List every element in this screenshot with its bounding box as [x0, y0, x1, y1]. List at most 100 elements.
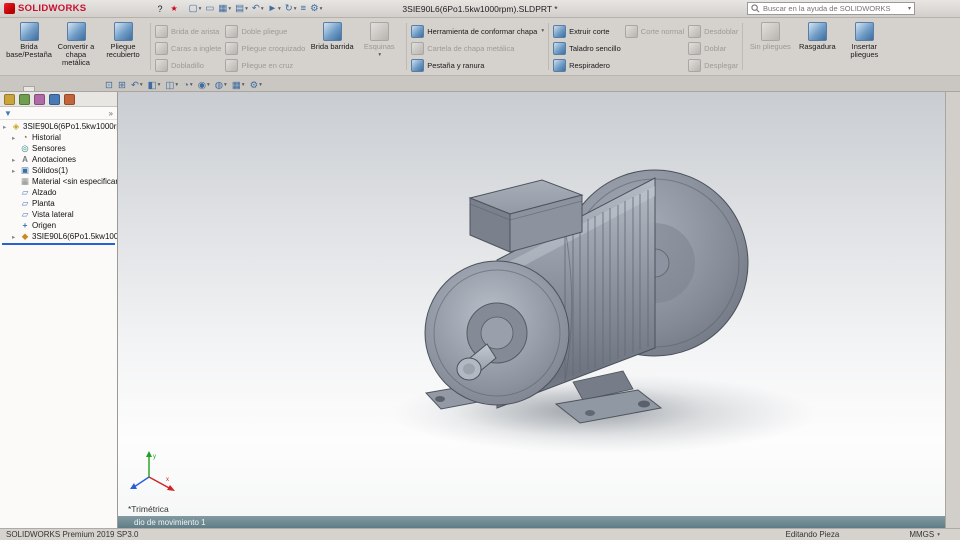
expand-arrow-icon[interactable]: ▸: [12, 134, 18, 142]
ribbon-button-label: Esquinas: [364, 43, 395, 51]
featuremanager-tab[interactable]: [4, 94, 15, 105]
ribbon-tab[interactable]: [55, 87, 65, 91]
ribbon-button[interactable]: Respiradero ▾: [553, 57, 621, 73]
propertymanager-tab[interactable]: [19, 94, 30, 105]
ribbon-button[interactable]: Pliegue croquizado ▾: [225, 40, 305, 56]
ribbon-button[interactable]: Rasgadura ▾: [794, 20, 840, 73]
ribbon-button[interactable]: Pestaña y ranura ▾: [411, 57, 544, 73]
filter-icon[interactable]: ▼: [4, 109, 12, 118]
ribbon-button-label: Pliegue croquizado: [241, 44, 305, 53]
tree-item[interactable]: ▸ ◎ Sensores: [0, 143, 117, 154]
ribbon-button[interactable]: Brida de arista ▾: [155, 23, 221, 39]
motion-study-tab[interactable]: dio de movimiento 1: [118, 516, 945, 528]
viewport-canvas[interactable]: y x *Trimétrica: [118, 92, 945, 516]
new-file-button[interactable]: ▢ ▾: [187, 2, 204, 16]
view-settings-button[interactable]: ⚙ ▾: [248, 81, 264, 91]
configurationmanager-tab[interactable]: [34, 94, 45, 105]
view-orientation-button[interactable]: ◫ ▾: [163, 81, 180, 91]
tree-item[interactable]: ▸ ▱ Alzado: [0, 187, 117, 198]
rollback-bar[interactable]: [2, 243, 115, 245]
tree-item[interactable]: ▸ ◔ Historial: [0, 132, 117, 143]
search-input[interactable]: [763, 4, 905, 13]
apply-scene-button[interactable]: ▦ ▾: [230, 81, 247, 91]
expand-arrow-icon[interactable]: ▸: [12, 156, 18, 164]
ribbon-tab[interactable]: [65, 87, 75, 91]
ribbon-tab[interactable]: [45, 87, 55, 91]
ribbon-button[interactable]: Taladro sencillo ▾: [553, 40, 621, 56]
display-style-button[interactable]: ◔ ▾: [181, 81, 195, 91]
dropdown-arrow-icon: ▾: [199, 6, 202, 12]
tree-item[interactable]: ▸ ◆ 3SIE90L6(6Po1.5kw1000rpm).stp -: [0, 231, 117, 242]
ribbon-button-icon: [370, 22, 389, 41]
ribbon-button[interactable]: Pliegue en cruz ▾: [225, 57, 305, 73]
tree-item[interactable]: ▸ A Anotaciones: [0, 154, 117, 165]
options-button[interactable]: ⚙ ▾: [308, 2, 324, 16]
ribbon-button[interactable]: Desdoblar ▾: [688, 23, 738, 39]
zoom-area-button[interactable]: ⊞ ▾: [116, 81, 128, 91]
dimxpertmanager-tab[interactable]: [49, 94, 60, 105]
search-dropdown-icon[interactable]: ▾: [908, 5, 911, 12]
tree-item[interactable]: ▸ ▱ Planta: [0, 198, 117, 209]
displaymanager-tab[interactable]: [64, 94, 75, 105]
hide-show-items-button[interactable]: ◉ ▾: [196, 81, 212, 91]
edit-appearance-button[interactable]: ◍ ▾: [213, 81, 229, 91]
help-menu[interactable]: ?: [152, 3, 167, 15]
quick-access-toolbar: ▢ ▾ ▭ ▾ ▦ ▾ ▤ ▾ ↶ ▾ ► ▾ ↻: [187, 2, 325, 16]
ribbon-button[interactable]: Doblar ▾: [688, 40, 738, 56]
ribbon-button[interactable]: Esquinas ▾: [356, 20, 402, 73]
headsup-view-toolbar: ⊡ ▾ ⊞ ▾ ↶ ▾ ◧ ▾ ◫ ▾ ◔ ▾ ◉: [103, 81, 264, 92]
tree-item-icon: ◎: [20, 144, 30, 153]
toolbar-icon: ▢: [189, 4, 198, 14]
ribbon-button[interactable]: Caras a inglete ▾: [155, 40, 221, 56]
ribbon-tab[interactable]: [35, 87, 45, 91]
ribbon-button[interactable]: Brida base/Pestaña ▾: [6, 20, 52, 73]
tree-item[interactable]: ▸ ▱ Vista lateral: [0, 209, 117, 220]
ribbon-tab[interactable]: [75, 87, 85, 91]
ribbon-tab[interactable]: [85, 87, 95, 91]
section-view-button[interactable]: ◧ ▾: [146, 81, 163, 91]
expand-arrow-icon[interactable]: ▸: [12, 167, 18, 175]
menu-item[interactable]: [92, 8, 102, 10]
ribbon-button[interactable]: Cartela de chapa metálica ▾: [411, 40, 544, 56]
ribbon-button[interactable]: Corte normal ▾: [625, 23, 684, 39]
expand-arrow-icon[interactable]: ▸: [12, 233, 18, 241]
menu-item[interactable]: [142, 8, 152, 10]
pin-menu-icon[interactable]: ★: [170, 4, 177, 13]
tree-item[interactable]: ▸ ▣ Sólidos(1): [0, 165, 117, 176]
tree-item[interactable]: ▸ + Origen: [0, 220, 117, 231]
select-button[interactable]: ► ▾: [266, 2, 283, 16]
ribbon-button[interactable]: Extruir corte ▾: [553, 23, 621, 39]
menu-item[interactable]: [112, 8, 122, 10]
panel-collapse-icon[interactable]: »: [109, 109, 113, 118]
tree-item-icon: ▦: [20, 177, 30, 186]
save-button[interactable]: ▦ ▾: [216, 2, 233, 16]
search-icon: [751, 4, 760, 13]
ribbon-button[interactable]: Dobladillo ▾: [155, 57, 221, 73]
ribbon-tab[interactable]: [23, 86, 35, 91]
expand-arrow-icon[interactable]: ▸: [3, 123, 9, 131]
rebuild-button[interactable]: ↻ ▾: [283, 2, 299, 16]
menu-item[interactable]: [132, 8, 142, 10]
ribbon-button[interactable]: Herramienta de conformar chapa ▾: [411, 23, 544, 39]
ribbon-separator: [406, 23, 407, 70]
ribbon-button[interactable]: Pliegue recubierto ▾: [100, 20, 146, 73]
ribbon-button[interactable]: Desplegar ▾: [688, 57, 738, 73]
units-selector[interactable]: MMGS ▾: [909, 530, 940, 539]
ribbon-button[interactable]: Sin pliegues ▾: [747, 20, 793, 73]
menu-item[interactable]: [122, 8, 132, 10]
ribbon-button[interactable]: Doble pliegue ▾: [225, 23, 305, 39]
open-file-button[interactable]: ▭ ▾: [203, 2, 216, 16]
menu-item[interactable]: [102, 8, 112, 10]
file-properties-button[interactable]: ≡ ▾: [299, 2, 309, 16]
ribbon-button[interactable]: Insertar pliegues ▾: [841, 20, 887, 73]
zoom-fit-button[interactable]: ⊡ ▾: [103, 81, 115, 91]
ribbon-tab[interactable]: [13, 87, 23, 91]
ribbon-button[interactable]: Convertir a chapa metálica ▾: [53, 20, 99, 73]
print-button[interactable]: ▤ ▾: [233, 2, 250, 16]
ribbon-button[interactable]: Brida barrida ▾: [309, 20, 355, 73]
undo-button[interactable]: ↶ ▾: [250, 2, 266, 16]
tree-item[interactable]: ▸ ◈ 3SIE90L6(6Po1.5kw1000rpm) (Predete: [0, 121, 117, 132]
tree-item[interactable]: ▸ ▦ Material <sin especificar>: [0, 176, 117, 187]
ribbon-tab[interactable]: [3, 87, 13, 91]
previous-view-button[interactable]: ↶ ▾: [129, 81, 145, 91]
